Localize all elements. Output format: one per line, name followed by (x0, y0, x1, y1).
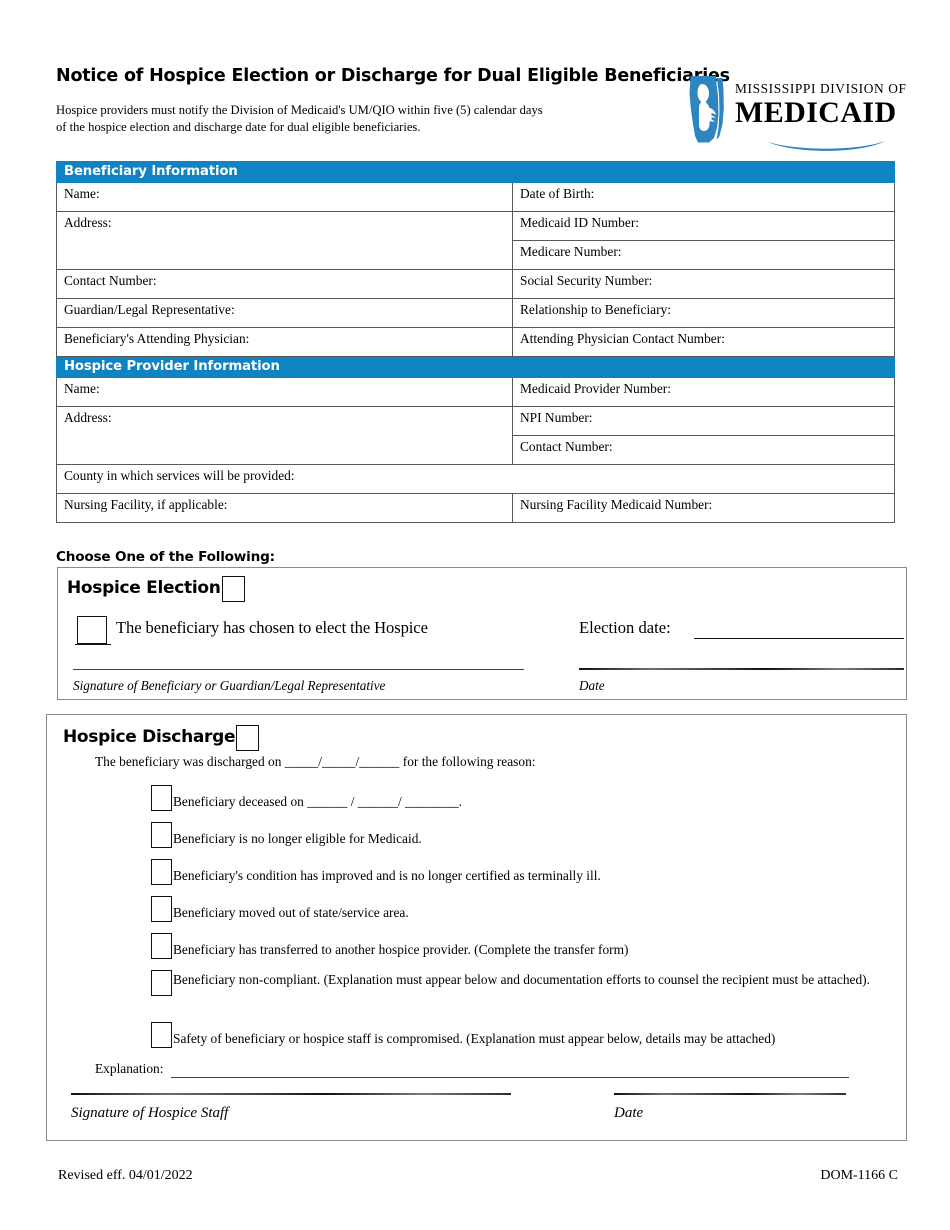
field-label-medicaid-id-number[interactable]: Medicaid ID Number: (511, 211, 896, 241)
field-label-address[interactable]: Address: (56, 211, 513, 270)
field-label-guardian[interactable]: Guardian/Legal Representative: (56, 298, 513, 328)
field-label-contact-number[interactable]: Contact Number: (56, 269, 513, 299)
discharge-reason-item: Beneficiary has transferred to another h… (151, 932, 861, 959)
table-row: County in which services will be provide… (55, 464, 896, 494)
discharge-reason-item: Beneficiary is no longer eligible for Me… (151, 821, 851, 848)
field-label-attending-physician-contact[interactable]: Attending Physician Contact Number: (511, 327, 896, 357)
discharge-reason-label: Beneficiary deceased on ______ / ______/… (173, 794, 462, 809)
logo-wordmark: MISSISSIPPI DIVISION OF MEDICAID (735, 81, 907, 130)
table-row: Name: Medicaid Provider Number: (56, 377, 896, 407)
beneficiary-information-header: Beneficiary Information (55, 161, 896, 183)
provider-field-label-name[interactable]: Name: (56, 377, 513, 407)
discharge-date-blank-day[interactable]: _____ (322, 754, 355, 769)
table-row: Name: Date of Birth: (56, 182, 896, 212)
discharge-reason-item: Beneficiary moved out of state/service a… (151, 895, 851, 922)
provider-field-label-medicaid-provider-number[interactable]: Medicaid Provider Number: (511, 377, 896, 407)
discharge-reason-checkbox-non-compliant[interactable] (151, 970, 172, 996)
hospice-staff-date-caption: Date (614, 1105, 644, 1121)
discharge-reason-item: Beneficiary deceased on ______ / ______/… (151, 784, 851, 811)
logo-line-2: MEDICAID (735, 96, 897, 130)
discharge-reason-item: Beneficiary's condition has improved and… (151, 858, 851, 885)
hospice-election-panel: Hospice Election The beneficiary has cho… (57, 567, 907, 700)
election-statement-checkbox[interactable] (77, 616, 107, 644)
hospice-discharge-panel: Hospice Discharge The beneficiary was di… (46, 714, 907, 1141)
provider-field-label-county[interactable]: County in which services will be provide… (55, 464, 896, 494)
field-label-medicare-number[interactable]: Medicare Number: (511, 240, 896, 270)
hospice-staff-date-line[interactable] (614, 1093, 846, 1095)
field-label-social-security-number[interactable]: Social Security Number: (511, 269, 896, 299)
explanation-input-line[interactable] (171, 1077, 849, 1078)
table-row: Nursing Facility, if applicable: Nursing… (56, 493, 896, 523)
medicaid-logo: MISSISSIPPI DIVISION OF MEDICAID (683, 72, 907, 152)
hospice-discharge-title: Hospice Discharge (63, 727, 236, 747)
election-date-label: Election date: (579, 618, 671, 637)
discharge-reason-checkbox-moved[interactable] (151, 896, 172, 922)
explanation-label: Explanation: (95, 1061, 164, 1076)
beneficiary-information-header-row: Beneficiary Information (55, 161, 896, 183)
table-row: Address: NPI Number: (56, 406, 896, 465)
hospice-discharge-title-row: Hospice Discharge (63, 724, 260, 751)
beneficiary-signature-line[interactable] (73, 669, 524, 670)
discharge-intro-before: The beneficiary was discharged on (95, 754, 282, 769)
hospice-provider-information-header: Hospice Provider Information (55, 356, 896, 378)
table-row: Guardian/Legal Representative: Relations… (56, 298, 896, 328)
discharge-reason-checkbox-transferred[interactable] (151, 933, 172, 959)
discharge-reason-checkbox-condition-improved[interactable] (151, 859, 172, 885)
mississippi-state-hands-icon (683, 74, 729, 144)
hospice-discharge-checkbox[interactable] (236, 725, 260, 751)
hospice-provider-information-header-row: Hospice Provider Information (55, 356, 896, 378)
beneficiary-information-table: Beneficiary Information Name: Date of Bi… (55, 161, 896, 523)
discharge-reason-item: Safety of beneficiary or hospice staff i… (151, 1021, 896, 1048)
field-label-date-of-birth[interactable]: Date of Birth: (511, 182, 896, 212)
election-statement-row (77, 616, 107, 644)
provider-field-label-nursing-facility-medicaid-number[interactable]: Nursing Facility Medicaid Number: (511, 493, 896, 523)
discharge-reason-label: Beneficiary's condition has improved and… (173, 868, 601, 883)
table-row: Address: Medicaid ID Number: (56, 211, 896, 270)
choose-one-label: Choose One of the Following: (56, 549, 275, 565)
provider-field-label-npi-number[interactable]: NPI Number: (511, 406, 896, 436)
discharge-reason-label: Beneficiary is no longer eligible for Me… (173, 831, 422, 846)
provider-field-label-contact-number[interactable]: Contact Number: (511, 435, 896, 465)
form-page: Notice of Hospice Election or Discharge … (0, 0, 950, 1230)
hospice-staff-signature-line[interactable] (71, 1093, 511, 1095)
table-row: Contact Number: Social Security Number: (56, 269, 896, 299)
hospice-election-title-row: Hospice Election (67, 575, 245, 602)
election-date-input-line[interactable] (694, 638, 904, 640)
field-label-attending-physician[interactable]: Beneficiary's Attending Physician: (56, 327, 513, 357)
logo-line-1: MISSISSIPPI DIVISION OF (735, 81, 907, 96)
election-date-signature-line[interactable] (579, 668, 904, 670)
discharge-reason-item: Beneficiary non-compliant. (Explanation … (151, 969, 886, 996)
discharge-intro-line: The beneficiary was discharged on _____/… (95, 754, 536, 770)
discharge-reason-label: Beneficiary non-compliant. (Explanation … (173, 972, 870, 987)
discharge-reason-checkbox-safety[interactable] (151, 1022, 172, 1048)
discharge-intro-after: for the following reason: (402, 754, 536, 769)
discharge-reason-label: Beneficiary moved out of state/service a… (173, 905, 409, 920)
revision-date: Revised eff. 04/01/2022 (58, 1168, 193, 1183)
beneficiary-signature-caption: Signature of Beneficiary or Guardian/Leg… (73, 678, 386, 693)
table-row: Beneficiary's Attending Physician: Atten… (56, 327, 896, 357)
election-checkbox-underline (75, 644, 111, 646)
discharge-reason-checkbox-ineligible[interactable] (151, 822, 172, 848)
discharge-reason-label: Safety of beneficiary or hospice staff i… (173, 1031, 776, 1046)
discharge-date-blank-month[interactable]: _____ (285, 754, 318, 769)
hospice-election-title: Hospice Election (67, 578, 221, 598)
discharge-reason-label: Beneficiary has transferred to another h… (173, 942, 629, 957)
field-label-name[interactable]: Name: (56, 182, 513, 212)
form-number: DOM-1166 C (820, 1168, 898, 1183)
election-statement-text: The beneficiary has chosen to elect the … (116, 618, 428, 637)
hospice-election-checkbox[interactable] (221, 576, 245, 602)
discharge-reason-checkbox-deceased[interactable] (151, 785, 172, 811)
provider-field-label-nursing-facility[interactable]: Nursing Facility, if applicable: (56, 493, 513, 523)
hospice-staff-signature-caption: Signature of Hospice Staff (71, 1105, 229, 1121)
election-date-caption: Date (579, 678, 605, 693)
logo-swoosh-icon (767, 139, 887, 151)
discharge-date-blank-year[interactable]: ______ (359, 754, 399, 769)
provider-field-label-address[interactable]: Address: (56, 406, 513, 465)
field-label-relationship[interactable]: Relationship to Beneficiary: (511, 298, 896, 328)
